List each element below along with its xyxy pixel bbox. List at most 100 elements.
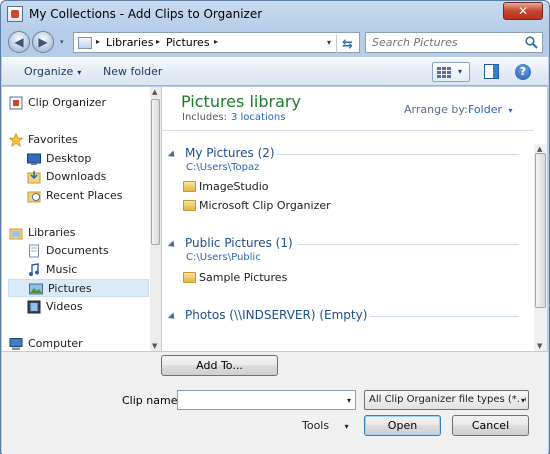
back-button[interactable]: ◀: [8, 31, 30, 53]
nav-item-downloads[interactable]: Downloads: [27, 168, 149, 186]
navigation-scrollbar[interactable]: ▲ ▼: [150, 87, 161, 351]
music-icon: [29, 263, 39, 276]
title-bar[interactable]: My Collections - Add Clips to Organizer …: [1, 1, 549, 27]
nav-item-recent-places[interactable]: Recent Places: [27, 187, 149, 205]
file-type-value: All Clip Organizer file types (*.p: [369, 394, 527, 405]
new-folder-button[interactable]: New folder: [103, 65, 162, 78]
group-path: C:\Users\Topaz: [186, 162, 260, 173]
scrollbar-thumb[interactable]: [151, 99, 160, 245]
dialog-window: My Collections - Add Clips to Organizer …: [0, 0, 550, 454]
clip-organizer-icon: [9, 96, 23, 110]
arrange-by-dropdown[interactable]: Folder ▾: [468, 103, 513, 116]
change-view-button[interactable]: ▾: [432, 62, 470, 82]
locations-link[interactable]: 3 locations: [231, 112, 285, 123]
collapse-group-icon[interactable]: [167, 240, 178, 250]
open-button[interactable]: Open: [364, 415, 441, 436]
breadcrumb-pictures[interactable]: Pictures: [166, 36, 210, 49]
address-dropdown[interactable]: ▾: [327, 38, 331, 47]
preview-pane-icon[interactable]: [484, 64, 499, 79]
scroll-up-icon[interactable]: ▲: [537, 145, 542, 153]
divider: [276, 154, 519, 155]
nav-item-label: Libraries: [28, 226, 76, 239]
nav-item-desktop[interactable]: Desktop: [27, 150, 149, 168]
collapse-group-icon[interactable]: [167, 150, 178, 160]
nav-item-label: Clip Organizer: [28, 96, 107, 109]
file-name: ImageStudio: [199, 180, 269, 193]
search-input[interactable]: [370, 34, 518, 51]
nav-item-favorites[interactable]: Favorites: [9, 131, 149, 149]
file-type-select[interactable]: All Clip Organizer file types (*.p ▾: [364, 390, 529, 410]
chevron-down-icon[interactable]: ▾: [458, 67, 462, 76]
recent-pages-dropdown[interactable]: ▾: [60, 38, 64, 46]
chevron-down-icon: ▾: [344, 422, 349, 431]
refresh-button[interactable]: ⇆: [336, 35, 358, 56]
group-title[interactable]: My Pictures (2): [185, 146, 275, 160]
scroll-down-icon[interactable]: ▼: [152, 342, 157, 350]
videos-icon: [27, 300, 41, 314]
organize-menu-button[interactable]: Organize ▾: [24, 65, 81, 78]
chevron-down-icon[interactable]: ▾: [347, 396, 351, 405]
clip-organizer-app-icon: [7, 6, 23, 22]
group-path: C:\Users\Public: [186, 252, 261, 263]
list-item[interactable]: Microsoft Clip Organizer: [183, 198, 483, 214]
clip-name-combobox[interactable]: ▾: [177, 390, 356, 410]
breadcrumb-separator[interactable]: ▸: [214, 37, 218, 46]
address-bar[interactable]: ▸ Libraries ▸ Pictures ▸ ▾ ⇆: [73, 32, 360, 56]
nav-item-label: Documents: [46, 244, 109, 257]
arrange-by-value: Folder: [468, 103, 502, 116]
scroll-down-icon[interactable]: ▼: [537, 342, 542, 350]
collapse-group-icon[interactable]: [167, 312, 178, 322]
clip-name-input[interactable]: [181, 392, 331, 408]
breadcrumb-separator[interactable]: ▸: [156, 37, 160, 46]
nav-item-pictures[interactable]: Pictures: [8, 279, 149, 297]
tools-menu-button[interactable]: Tools ▾: [302, 419, 349, 432]
nav-item-label: Desktop: [46, 152, 92, 165]
scroll-up-icon[interactable]: ▲: [152, 88, 157, 96]
group-title[interactable]: Photos (\\INDSERVER) (Empty): [185, 308, 367, 322]
back-arrow-icon: ◀: [14, 35, 24, 49]
nav-item-label: Computer: [28, 337, 83, 350]
nav-item-computer[interactable]: Computer: [9, 335, 149, 353]
tools-label: Tools: [302, 419, 330, 432]
nav-item-videos[interactable]: Videos: [27, 298, 149, 316]
library-includes: Includes: 3 locations: [182, 112, 285, 123]
forward-arrow-icon: ▶: [38, 35, 48, 49]
recent-places-icon: [27, 191, 41, 203]
divider: [370, 316, 519, 317]
pictures-icon: [29, 283, 43, 295]
content-scrollbar[interactable]: ▲ ▼: [534, 144, 547, 351]
search-icon[interactable]: [525, 36, 538, 49]
nav-item-label: Recent Places: [46, 189, 123, 202]
navigation-pane: Clip Organizer Favorites Desktop Downloa…: [2, 87, 161, 351]
breadcrumb-separator[interactable]: ▸: [96, 37, 100, 46]
folder-icon: [183, 200, 196, 211]
command-toolbar: Organize ▾ New folder ▾ ?: [2, 57, 548, 86]
nav-item-music[interactable]: Music: [27, 261, 149, 279]
nav-item-documents[interactable]: Documents: [27, 242, 149, 260]
address-row: ◀ ▶ ▾ ▸ Libraries ▸ Pictures ▸ ▾ ⇆: [1, 30, 549, 56]
refresh-icon: ⇆: [342, 37, 353, 52]
scrollbar-thumb[interactable]: [535, 153, 546, 308]
documents-icon: [29, 244, 39, 258]
folder-icon: [183, 181, 196, 192]
nav-item-clip-organizer[interactable]: Clip Organizer: [9, 94, 149, 112]
nav-item-label: Music: [46, 263, 78, 276]
forward-button[interactable]: ▶: [32, 31, 54, 53]
close-button[interactable]: ✕: [503, 2, 543, 20]
divider: [162, 130, 534, 131]
file-name: Sample Pictures: [199, 271, 288, 284]
group-title[interactable]: Public Pictures (1): [185, 236, 293, 250]
group-public-pictures: Public Pictures (1) C:\Users\Public Samp…: [167, 236, 525, 288]
add-to-button[interactable]: Add To...: [161, 355, 278, 376]
list-item[interactable]: ImageStudio: [183, 179, 483, 195]
file-list-pane: Pictures library Includes: 3 locations Ar…: [162, 87, 547, 351]
breadcrumb-libraries[interactable]: Libraries: [106, 36, 154, 49]
list-item[interactable]: Sample Pictures: [183, 270, 483, 286]
nav-item-label: Downloads: [46, 170, 107, 183]
cancel-button[interactable]: Cancel: [452, 415, 529, 436]
group-photos-indserver: Photos (\\INDSERVER) (Empty): [167, 308, 525, 326]
help-icon[interactable]: ?: [515, 64, 531, 80]
search-box[interactable]: [365, 32, 543, 53]
organize-label: Organize: [24, 65, 74, 78]
nav-item-libraries[interactable]: Libraries: [9, 224, 149, 242]
